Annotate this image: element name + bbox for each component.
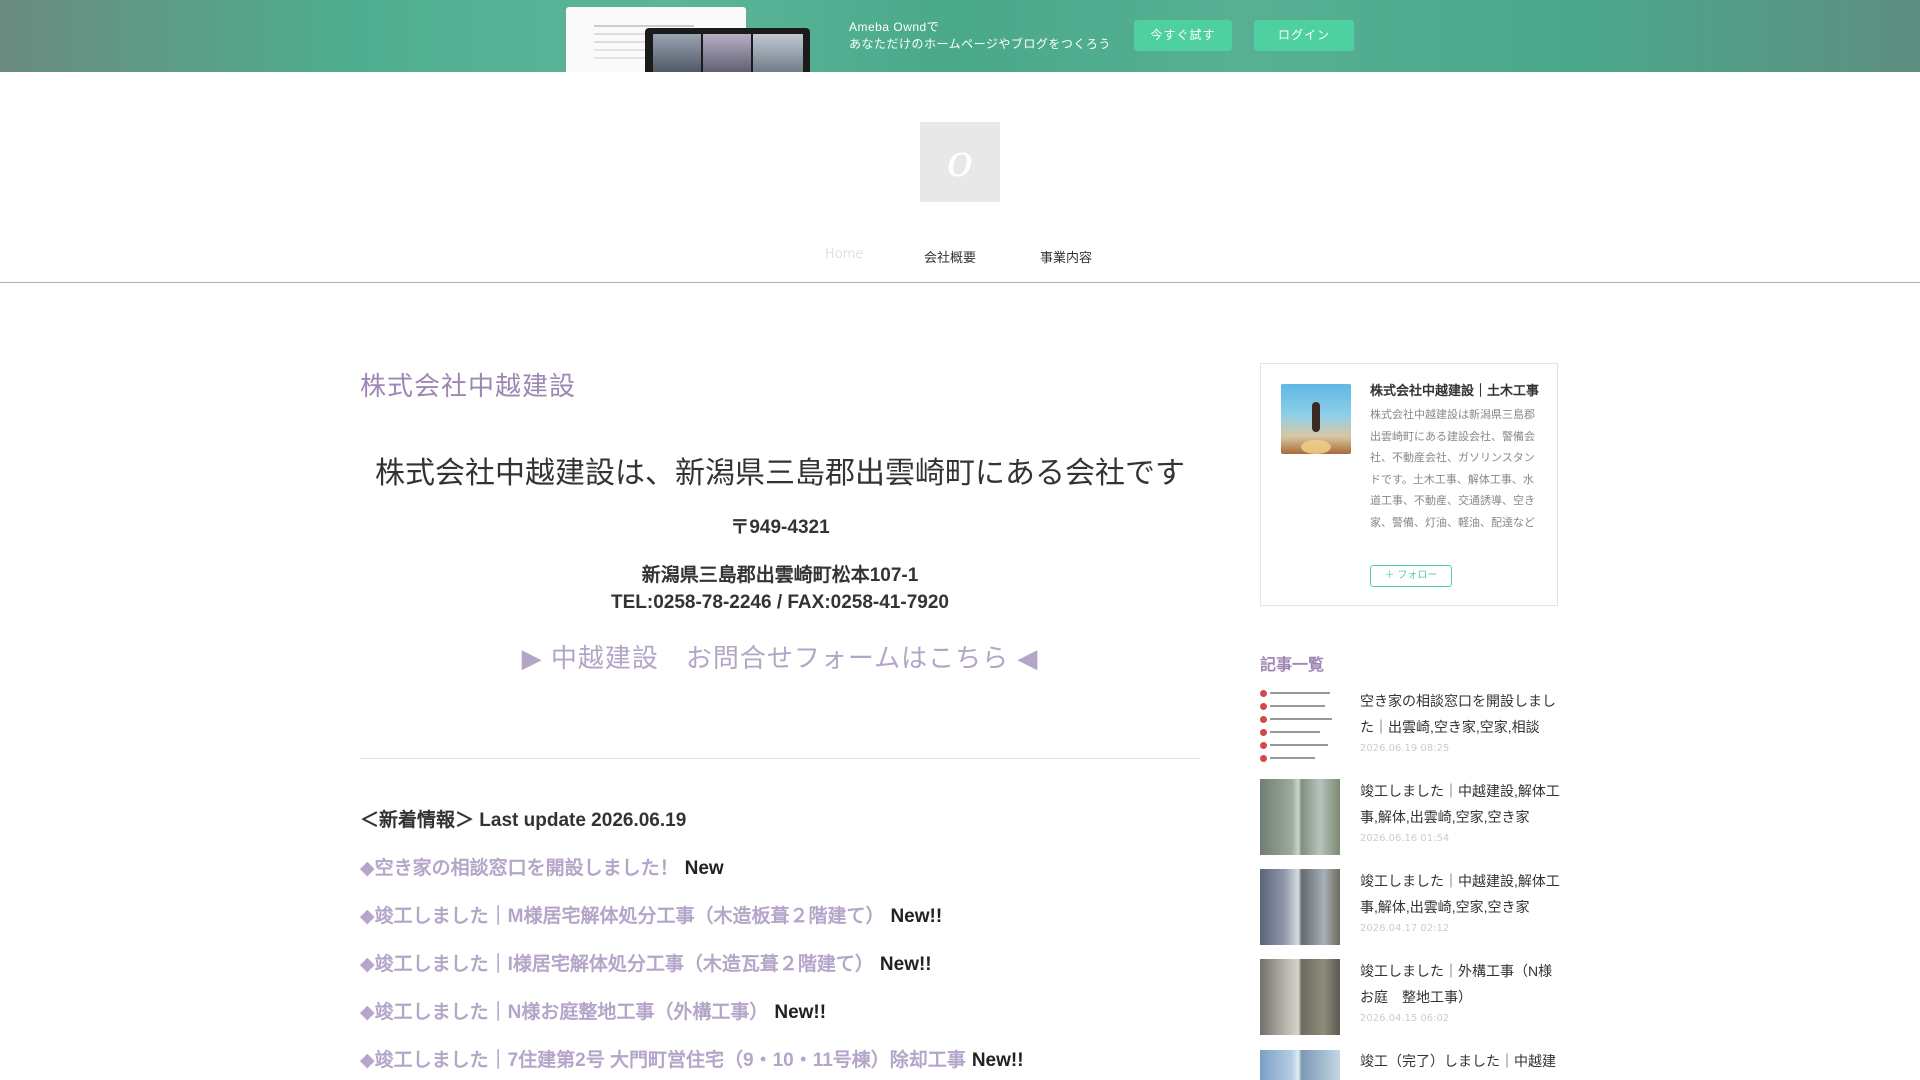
company-headline: 株式会社中越建設は、新潟県三島郡出雲崎町にある会社です [375, 457, 1185, 490]
news-item: ◆竣工しました｜M様居宅解体処分工事（木造板葺２階建て） New!! [360, 901, 942, 928]
article-list-title: 記事一覧 [1260, 657, 1325, 674]
profile-avatar[interactable] [1281, 384, 1351, 454]
article-title[interactable]: 竣工（完了）しました｜中越建 [1360, 1048, 1560, 1074]
nav-item-company-profile[interactable]: 会社概要 [924, 247, 976, 266]
article-title[interactable]: 竣工しました｜中越建設,解体工事,解体,出雲崎,空家,空き家 [1360, 868, 1560, 920]
nav-item-home[interactable]: Home [825, 247, 863, 262]
article-date: 2026.06.19 08:25 [1360, 743, 1450, 754]
news-item: ◆竣工しました｜7住建第2号 大門町営住宅（9・10・11号棟）除却工事 New!… [360, 1045, 1024, 1072]
news-new-tag: New!! [774, 1002, 827, 1023]
news-link[interactable]: ◆竣工しました｜M様居宅解体処分工事（木造板葺２階建て） [360, 906, 884, 927]
article-date: 2026.04.15 06:02 [1360, 1013, 1450, 1024]
news-link[interactable]: ◆竣工しました｜7住建第2号 大門町営住宅（9・10・11号棟）除却工事 [360, 1050, 966, 1071]
news-link[interactable]: ◆空き家の相談窓口を開設しました！ [360, 858, 679, 879]
article-date: 2026.04.17 02:12 [1360, 923, 1450, 934]
news-item: ◆竣工しました｜I様居宅解体処分工事（木造瓦葺２階建て） New!! [360, 949, 932, 976]
article-date: 2026.06.16 01:54 [1360, 833, 1450, 844]
ameba-promo-bar: Ameba Owndで あなただけのホームページやブログをつくろう 今すぐ試す … [0, 0, 1920, 72]
news-link[interactable]: ◆竣工しました｜N様お庭整地工事（外構工事） [360, 1002, 768, 1023]
page-title: 株式会社中越建設 [360, 371, 577, 401]
login-button[interactable]: ログイン [1254, 20, 1354, 51]
tel-fax: TEL:0258-78-2246 / FAX:0258-41-7920 [611, 592, 949, 613]
follow-button[interactable]: ＋ フォロー [1370, 565, 1452, 587]
nav-divider [0, 282, 1920, 283]
article-thumbnail[interactable] [1260, 687, 1340, 763]
article-thumbnail[interactable] [1260, 869, 1340, 945]
news-new-tag: New!! [971, 1050, 1024, 1071]
article-title[interactable]: 竣工しました｜外構工事（N様お庭 整地工事） [1360, 958, 1560, 1010]
article-title[interactable]: 空き家の相談窓口を開設しました｜出雲崎,空き家,空家,相談 [1360, 688, 1560, 740]
article-thumbnail[interactable] [1260, 959, 1340, 1035]
news-link[interactable]: ◆竣工しました｜I様居宅解体処分工事（木造瓦葺２階建て） [360, 954, 874, 975]
content-divider [360, 758, 1200, 759]
news-item: ◆竣工しました｜N様お庭整地工事（外構工事） New!! [360, 997, 826, 1024]
promo-line-2: あなただけのホームページやブログをつくろう [849, 37, 1111, 51]
article-thumbnail[interactable] [1260, 1050, 1340, 1080]
promo-line-1: Ameba Owndで [849, 20, 940, 34]
article-title[interactable]: 竣工しました｜中越建設,解体工事,解体,出雲崎,空家,空き家 [1360, 778, 1560, 830]
news-heading: ＜新着情報＞ Last update 2026.06.19 [360, 810, 687, 831]
profile-name[interactable]: 株式会社中越建設｜土木工事 [1370, 380, 1542, 399]
promo-text: Ameba Owndで あなただけのホームページやブログをつくろう [849, 19, 1111, 53]
article-thumbnail[interactable] [1260, 779, 1340, 855]
news-item: ◆空き家の相談窓口を開設しました！ New [360, 853, 724, 880]
nav-item-business[interactable]: 事業内容 [1040, 247, 1092, 266]
postal-code: 〒949-4321 [730, 517, 830, 538]
news-new-tag: New [684, 858, 724, 879]
profile-description: 株式会社中越建設は新潟県三島郡出雲崎町にある建設会社、警備会社、不動産会社、ガソ… [1370, 409, 1535, 529]
news-new-tag: New!! [879, 954, 932, 975]
try-now-button[interactable]: 今すぐ試す [1134, 20, 1232, 51]
contact-form-link[interactable]: ▶ 中越建設 お問合せフォームはこちら ◀ [360, 638, 1200, 675]
address: 新潟県三島郡出雲崎町松本107-1 [641, 565, 919, 586]
news-new-tag: New!! [890, 906, 943, 927]
site-logo[interactable]: o [920, 122, 1000, 202]
promo-device-image [645, 28, 810, 72]
